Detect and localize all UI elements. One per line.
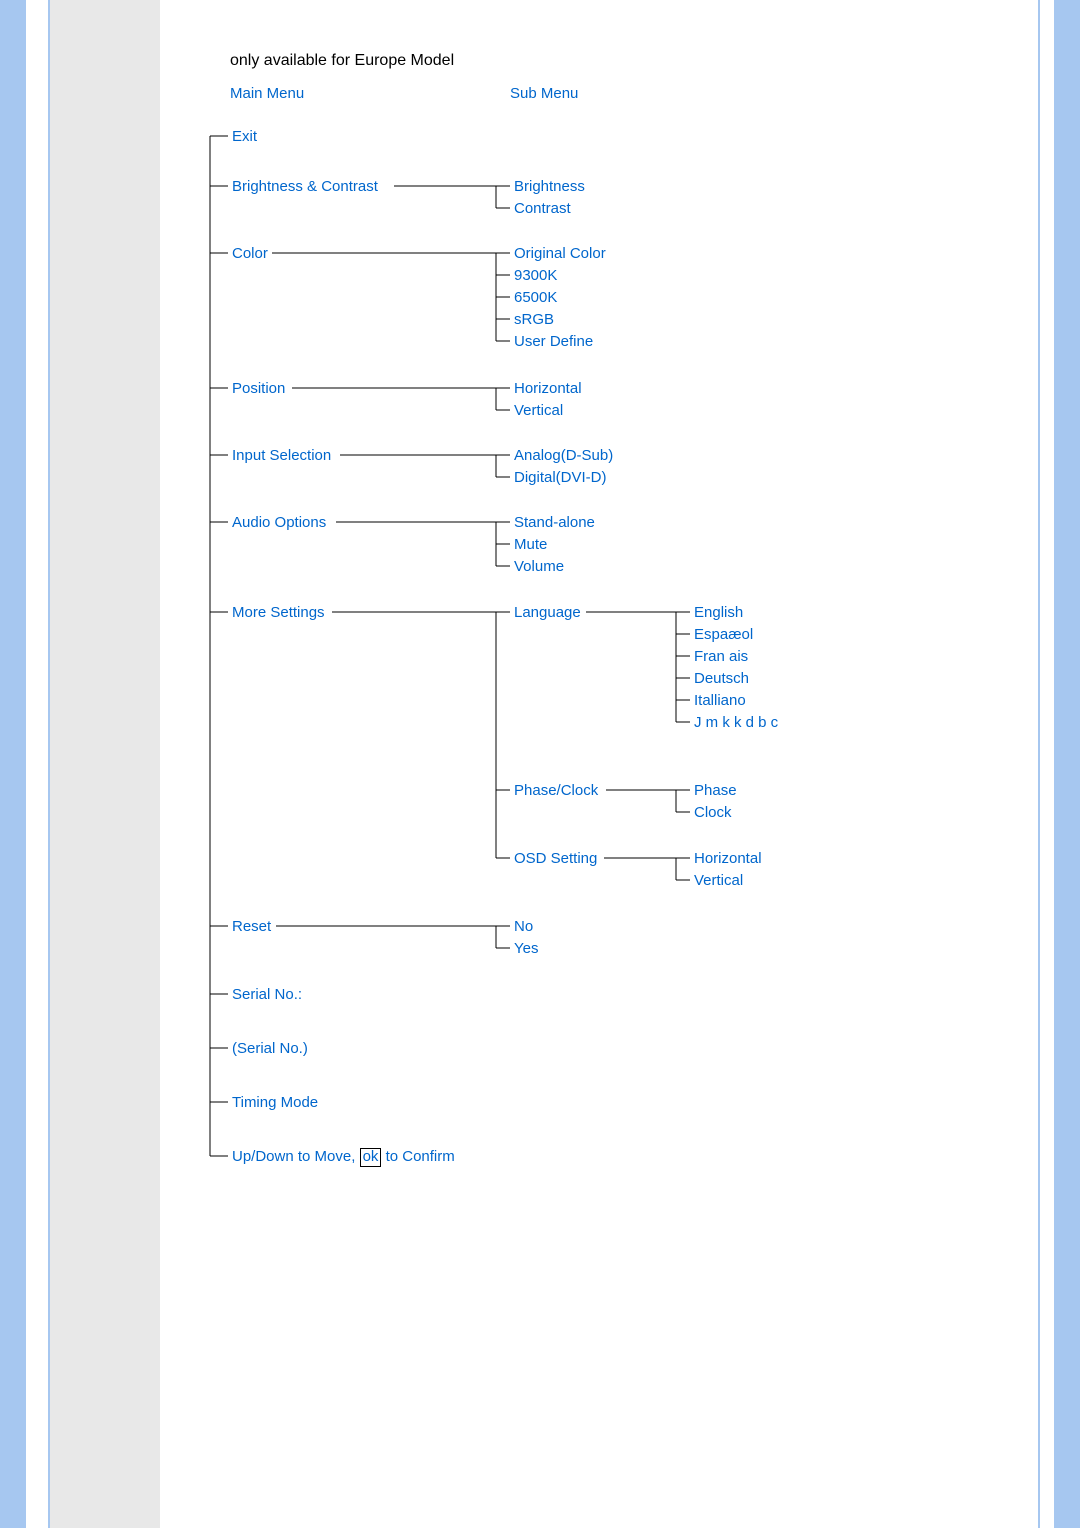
sub-vertical: Vertical [514, 402, 563, 419]
main-audio-options: Audio Options [232, 514, 326, 531]
third-phase: Phase [694, 782, 737, 799]
sub-yes: Yes [514, 940, 538, 957]
sub-analog: Analog(D-Sub) [514, 447, 613, 464]
sub-volume: Volume [514, 558, 564, 575]
sub-original-color: Original Color [514, 245, 606, 262]
sub-language: Language [514, 604, 581, 621]
sub-mute: Mute [514, 536, 547, 553]
sub-horizontal: Horizontal [514, 380, 582, 397]
main-instruction: Up/Down to Move, ok to Confirm [232, 1148, 455, 1167]
third-francais: Fran ais [694, 648, 748, 665]
main-brightness-contrast: Brightness & Contrast [232, 178, 378, 195]
note-text: only available for Europe Model [230, 52, 454, 70]
main-input-selection: Input Selection [232, 447, 331, 464]
main-more-settings: More Settings [232, 604, 325, 621]
main-serial-no-label: Serial No.: [232, 986, 302, 1003]
sub-phase-clock: Phase/Clock [514, 782, 598, 799]
third-espanol: Espaæol [694, 626, 753, 643]
sub-brightness: Brightness [514, 178, 585, 195]
sub-osd-setting: OSD Setting [514, 850, 597, 867]
sub-digital: Digital(DVI-D) [514, 469, 607, 486]
main-serial-no-value: (Serial No.) [232, 1040, 308, 1057]
third-clock: Clock [694, 804, 732, 821]
sub-6500k: 6500K [514, 289, 557, 306]
sub-stand-alone: Stand-alone [514, 514, 595, 531]
main-position: Position [232, 380, 285, 397]
instruction-suffix: to Confirm [381, 1148, 454, 1165]
ok-box: ok [360, 1148, 382, 1167]
main-exit: Exit [232, 128, 257, 145]
content-area: only available for Europe Model Main Men… [160, 0, 1036, 1528]
sub-no: No [514, 918, 533, 935]
main-timing-mode: Timing Mode [232, 1094, 318, 1111]
sub-user-define: User Define [514, 333, 593, 350]
sidebar-bg [50, 0, 160, 1528]
instruction-prefix: Up/Down to Move, [232, 1148, 360, 1165]
third-osd-horizontal: Horizontal [694, 850, 762, 867]
main-reset: Reset [232, 918, 271, 935]
sub-srgb: sRGB [514, 311, 554, 328]
header-sub: Sub Menu [510, 85, 578, 102]
header-main: Main Menu [230, 85, 304, 102]
third-deutsch: Deutsch [694, 670, 749, 687]
third-japanese: J m k k d b c [694, 714, 778, 731]
sub-contrast: Contrast [514, 200, 571, 217]
third-english: English [694, 604, 743, 621]
third-italiano: Italliano [694, 692, 746, 709]
third-osd-vertical: Vertical [694, 872, 743, 889]
main-color: Color [232, 245, 268, 262]
sub-9300k: 9300K [514, 267, 557, 284]
